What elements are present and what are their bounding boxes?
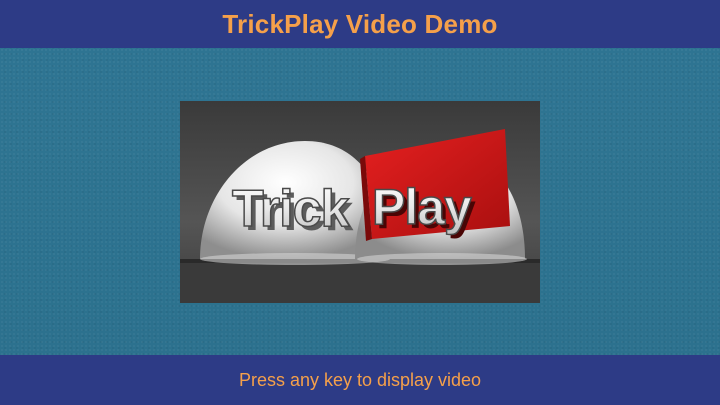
page-title: TrickPlay Video Demo <box>222 8 498 39</box>
press-key-prompt: Press any key to display video <box>238 369 482 390</box>
trickplay-logo-icon: Trick Trick Play Play <box>180 101 540 303</box>
svg-text:Trick: Trick <box>232 180 349 238</box>
title-bar: TrickPlay Video Demo <box>0 0 720 48</box>
svg-text:Play: Play <box>372 179 472 235</box>
status-bar: Press any key to display video <box>0 355 720 405</box>
logo-text-play: Play Play <box>371 178 477 239</box>
logo-text-trick: Trick Trick <box>231 179 354 242</box>
video-preview[interactable]: Trick Trick Play Play <box>180 101 540 303</box>
